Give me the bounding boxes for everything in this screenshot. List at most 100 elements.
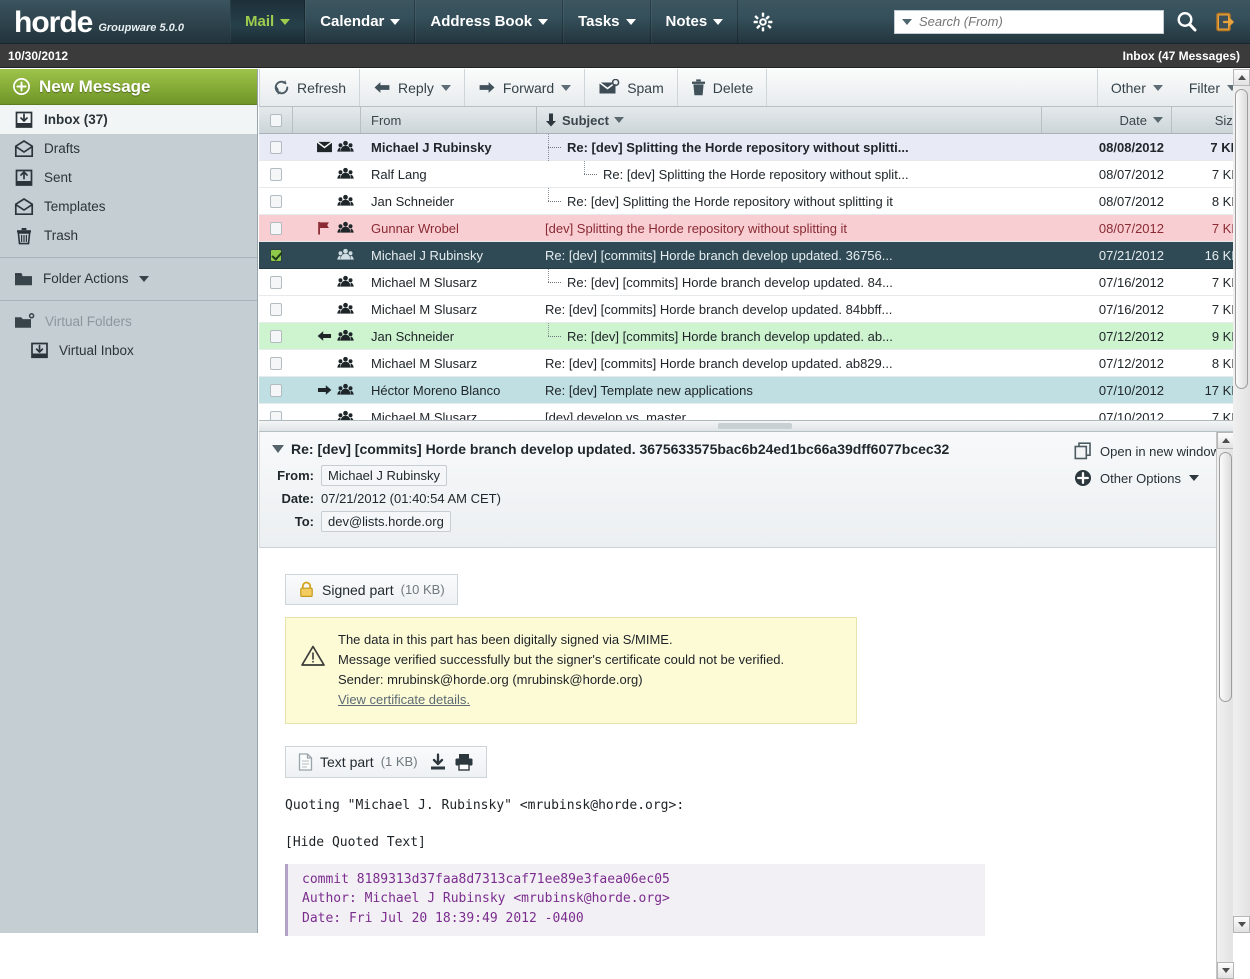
new-message-button[interactable]: New Message (0, 69, 257, 105)
column-header-date[interactable]: Date (1042, 107, 1172, 133)
page-scroll-up-button[interactable] (1233, 69, 1250, 86)
message-row[interactable]: Michael M SlusarzRe: [dev] [commits] Hor… (259, 296, 1250, 323)
reply-button[interactable]: Reply (360, 69, 465, 106)
message-row[interactable]: Gunnar Wrobel[dev] Splitting the Horde r… (259, 215, 1250, 242)
chevron-down-icon[interactable] (713, 19, 723, 25)
sidebar-item-templates[interactable]: Templates (0, 192, 257, 221)
search-button[interactable] (1164, 0, 1210, 43)
message-checkbox-cell[interactable] (259, 357, 293, 370)
message-checkbox-cell[interactable] (259, 168, 293, 181)
search-box[interactable] (894, 10, 1164, 34)
chevron-down-icon[interactable] (561, 85, 571, 91)
logout-button[interactable] (1210, 0, 1250, 43)
chevron-down-icon[interactable] (1153, 117, 1163, 123)
message-checkbox[interactable] (270, 168, 282, 181)
message-checkbox-cell[interactable] (259, 330, 293, 343)
delete-button[interactable]: Delete (678, 69, 767, 106)
message-checkbox[interactable] (270, 384, 282, 397)
message-checkbox[interactable] (270, 330, 282, 343)
message-subject: Re: [dev] Splitting the Horde repository… (603, 167, 909, 182)
text-part-chip[interactable]: Text part (1 KB) (285, 746, 487, 778)
message-checkbox-cell[interactable] (259, 411, 293, 422)
search-scope-chevron-down-icon[interactable] (902, 19, 912, 25)
message-row[interactable]: Jan SchneiderRe: [dev] [commits] Horde b… (259, 323, 1250, 350)
preview-scrollbar[interactable] (1216, 432, 1233, 979)
nav-tab-address-book[interactable]: Address Book (415, 0, 563, 43)
search-input[interactable] (919, 14, 1163, 29)
nav-tab-mail[interactable]: Mail (230, 0, 305, 43)
select-all-checkbox-cell[interactable] (259, 107, 293, 133)
chevron-down-icon[interactable] (441, 85, 451, 91)
message-checkbox[interactable] (270, 303, 282, 316)
sidebar-item-sent[interactable]: Sent (0, 163, 257, 192)
message-checkbox[interactable] (270, 195, 282, 208)
refresh-button[interactable]: Refresh (259, 69, 360, 106)
chevron-down-icon[interactable] (390, 19, 400, 25)
page-scrollbar[interactable] (1233, 69, 1250, 933)
app-logo[interactable]: horde Groupware 5.0.0 (0, 0, 230, 43)
forward-button[interactable]: Forward (465, 69, 585, 106)
message-checkbox-cell[interactable] (259, 222, 293, 235)
settings-gear-button[interactable] (738, 0, 788, 43)
message-checkbox-cell[interactable] (259, 276, 293, 289)
message-row[interactable]: Michael M SlusarzRe: [dev] [commits] Hor… (259, 350, 1250, 377)
view-certificate-details-link[interactable]: View certificate details. (338, 692, 470, 707)
message-checkbox[interactable] (270, 411, 282, 422)
splitter-grip[interactable] (718, 423, 792, 429)
sidebar-item-trash[interactable]: Trash (0, 221, 257, 250)
message-row[interactable]: Ralf LangRe: [dev] Splitting the Horde r… (259, 161, 1250, 188)
preview-scroll-down-button[interactable] (1217, 962, 1234, 979)
message-checkbox[interactable] (270, 222, 282, 235)
chevron-down-icon[interactable] (538, 19, 548, 25)
message-checkbox-cell[interactable] (259, 303, 293, 316)
message-row[interactable]: Héctor Moreno BlancoRe: [dev] Template n… (259, 377, 1250, 404)
message-subject: Re: [dev] Template new applications (545, 383, 753, 398)
to-value[interactable]: dev@lists.horde.org (321, 511, 451, 532)
sidebar-item-folder-actions[interactable]: Folder Actions (0, 264, 257, 293)
message-row[interactable]: Jan SchneiderRe: [dev] Splitting the Hor… (259, 188, 1250, 215)
page-scroll-down-button[interactable] (1233, 916, 1250, 933)
message-checkbox-cell[interactable] (259, 384, 293, 397)
from-value[interactable]: Michael J Rubinsky (321, 465, 447, 486)
column-header-subject[interactable]: Subject (537, 107, 1042, 133)
message-checkbox[interactable] (270, 141, 282, 154)
hide-quoted-text-link[interactable]: [Hide Quoted Text] (285, 835, 1250, 850)
chevron-down-icon[interactable] (280, 19, 290, 25)
message-checkbox-cell[interactable] (259, 195, 293, 208)
message-checkbox[interactable] (270, 357, 282, 370)
message-row[interactable]: Michael J RubinskyRe: [dev] [commits] Ho… (259, 242, 1250, 269)
message-checkbox-cell[interactable] (259, 249, 293, 262)
spam-button[interactable]: Spam (585, 69, 678, 106)
preview-scrollbar-thumb[interactable] (1219, 452, 1232, 702)
nav-tab-calendar[interactable]: Calendar (305, 0, 415, 43)
chevron-down-icon[interactable] (626, 19, 636, 25)
page-scrollbar-track[interactable] (1233, 69, 1250, 933)
message-row[interactable]: Michael J RubinskyRe: [dev] Splitting th… (259, 134, 1250, 161)
sidebar-item-virtual-inbox[interactable]: Virtual Inbox (0, 336, 257, 365)
nav-tab-tasks[interactable]: Tasks (563, 0, 650, 43)
message-row[interactable]: Michael M SlusarzRe: [dev] [commits] Hor… (259, 269, 1250, 296)
other-menu-button[interactable]: Other (1098, 69, 1176, 106)
sidebar-item-drafts[interactable]: Drafts (0, 134, 257, 163)
other-options-button[interactable]: Other Options (1074, 469, 1220, 487)
select-all-checkbox[interactable] (270, 114, 282, 127)
message-checkbox[interactable] (270, 249, 282, 262)
preview-scroll-up-button[interactable] (1217, 432, 1234, 449)
sidebar-item-inbox[interactable]: Inbox (37) (0, 105, 257, 134)
message-row[interactable]: Michael M Slusarz[dev] develop vs. maste… (259, 404, 1250, 421)
message-checkbox-cell[interactable] (259, 141, 293, 154)
pane-splitter[interactable] (259, 421, 1250, 432)
chevron-down-icon[interactable] (614, 117, 624, 123)
collapse-triangle-icon[interactable] (272, 445, 284, 453)
nav-tab-notes[interactable]: Notes (651, 0, 739, 43)
current-date: 10/30/2012 (8, 49, 68, 63)
group-icon (337, 302, 354, 316)
message-checkbox[interactable] (270, 276, 282, 289)
chevron-down-icon[interactable] (1153, 85, 1163, 91)
chevron-down-icon[interactable] (139, 276, 149, 282)
chevron-down-icon[interactable] (1189, 475, 1199, 481)
column-header-from[interactable]: From (361, 107, 537, 133)
page-scrollbar-thumb[interactable] (1235, 89, 1248, 389)
signed-part-chip[interactable]: Signed part (10 KB) (285, 574, 458, 605)
open-in-new-window-button[interactable]: Open in new window (1074, 442, 1220, 460)
